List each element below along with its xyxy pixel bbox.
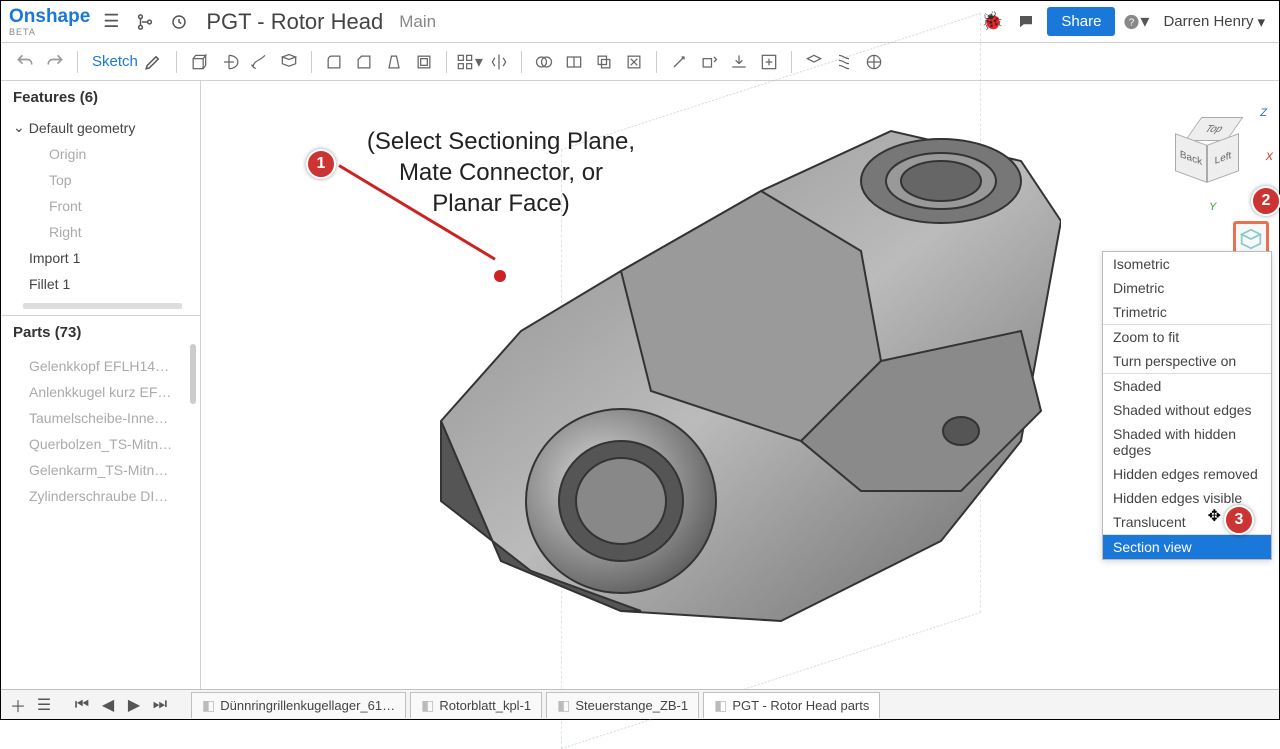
- tree-item-front[interactable]: Front: [1, 193, 200, 219]
- part-studio-icon: ◧: [421, 697, 434, 714]
- part-item[interactable]: Gelenkarm_TS-Mitn…: [1, 457, 200, 483]
- toolbar: Sketch ▾: [1, 43, 1279, 81]
- app-header: Onshape BETA ☰ PGT - Rotor Head Main 🐞 S…: [1, 1, 1279, 43]
- branch-icon[interactable]: [132, 9, 158, 35]
- part-studio-icon: ◧: [202, 697, 215, 714]
- axis-z: Z: [1260, 107, 1267, 119]
- tab-last-button[interactable]: ⏭: [149, 694, 171, 716]
- parts-list: Gelenkkopf EFLH14… Anlenkkugel kurz EF… …: [1, 349, 200, 513]
- axis-x: X: [1266, 151, 1273, 163]
- loft-tool[interactable]: [275, 49, 303, 75]
- user-menu[interactable]: Darren Henry▾: [1157, 13, 1271, 31]
- tree-root-default-geometry[interactable]: ⌄Default geometry: [1, 114, 200, 141]
- view-menu-shaded[interactable]: Shaded: [1103, 374, 1271, 398]
- tab-list-button[interactable]: ☰: [33, 694, 55, 716]
- scrollbar[interactable]: [190, 344, 196, 404]
- view-menu-dimetric[interactable]: Dimetric: [1103, 276, 1271, 300]
- tab-bar: ＋ ☰ ⏮ ◀ ▶ ⏭ ◧Dünnringrillenkugellager_61…: [1, 689, 1279, 719]
- tree-item-import[interactable]: Import 1: [1, 245, 200, 271]
- help-icon[interactable]: ?▾: [1123, 9, 1149, 35]
- branch-name[interactable]: Main: [399, 12, 436, 32]
- part-item[interactable]: Zylinderschraube DI…: [1, 483, 200, 509]
- helix-tool[interactable]: [830, 49, 858, 75]
- fillet-tool[interactable]: [320, 49, 348, 75]
- tree-item-right[interactable]: Right: [1, 219, 200, 245]
- svg-text:?: ?: [1129, 17, 1135, 28]
- mirror-tool[interactable]: [485, 49, 513, 75]
- mate-connector-tool[interactable]: [860, 49, 888, 75]
- extrude-tool[interactable]: [185, 49, 213, 75]
- modify-tool[interactable]: [665, 49, 693, 75]
- logo-text: Onshape: [9, 6, 90, 27]
- part-item[interactable]: Querbolzen_TS-Mitn…: [1, 431, 200, 457]
- add-tab-button[interactable]: ＋: [7, 694, 29, 716]
- features-header: Features (6): [1, 81, 200, 114]
- view-menu-isometric[interactable]: Isometric: [1103, 252, 1271, 276]
- comments-icon[interactable]: [1013, 9, 1039, 35]
- move-face-tool[interactable]: [695, 49, 723, 75]
- sidebar: Features (6) ⌄Default geometry Origin To…: [1, 81, 201, 689]
- undo-button[interactable]: [11, 49, 39, 75]
- tree-item-top[interactable]: Top: [1, 167, 200, 193]
- parts-header: Parts (73): [1, 316, 200, 349]
- sweep-tool[interactable]: [245, 49, 273, 75]
- feature-tree: ⌄Default geometry Origin Top Front Right…: [1, 114, 200, 315]
- tab-1[interactable]: ◧Rotorblatt_kpl-1: [410, 692, 542, 718]
- callout-3: 3: [1224, 505, 1254, 535]
- part-studio-icon: ◧: [557, 697, 570, 714]
- derived-tool[interactable]: [755, 49, 783, 75]
- chevron-down-icon: ⌄: [13, 119, 25, 136]
- main-area: Features (6) ⌄Default geometry Origin To…: [1, 81, 1279, 689]
- part-studio-icon: ◧: [714, 697, 727, 714]
- import-tool[interactable]: [725, 49, 753, 75]
- chamfer-tool[interactable]: [350, 49, 378, 75]
- tab-3[interactable]: ◧PGT - Rotor Head parts: [703, 692, 880, 718]
- document-title: PGT - Rotor Head: [206, 9, 383, 35]
- feature-rollback-bar[interactable]: [23, 303, 182, 309]
- view-menu-perspective[interactable]: Turn perspective on: [1103, 349, 1271, 373]
- parts-panel: Parts (73) Gelenkkopf EFLH14… Anlenkkuge…: [1, 315, 200, 689]
- transform-tool[interactable]: [590, 49, 618, 75]
- logo-beta: BETA: [9, 27, 90, 37]
- view-menu-trimetric[interactable]: Trimetric: [1103, 300, 1271, 324]
- plane-tool[interactable]: [800, 49, 828, 75]
- revolve-tool[interactable]: [215, 49, 243, 75]
- tab-0[interactable]: ◧Dünnringrillenkugellager_61…: [191, 692, 406, 718]
- view-menu-section-view[interactable]: Section view: [1103, 535, 1271, 559]
- tab-first-button[interactable]: ⏮: [71, 694, 93, 716]
- menu-icon[interactable]: ☰: [98, 9, 124, 35]
- arrow-endpoint: [494, 270, 506, 282]
- part-item[interactable]: Anlenkkugel kurz EF…: [1, 379, 200, 405]
- sketch-button[interactable]: Sketch: [86, 53, 168, 71]
- tree-item-origin[interactable]: Origin: [1, 141, 200, 167]
- view-menu-shaded-hidden[interactable]: Shaded with hidden edges: [1103, 422, 1271, 462]
- boolean-tool[interactable]: [530, 49, 558, 75]
- delete-tool[interactable]: [620, 49, 648, 75]
- axis-y: Y: [1209, 201, 1216, 213]
- pattern-tool[interactable]: ▾: [455, 49, 483, 75]
- tab-2[interactable]: ◧Steuerstange_ZB-1: [546, 692, 699, 718]
- view-menu-hidden-removed[interactable]: Hidden edges removed: [1103, 462, 1271, 486]
- graphics-canvas[interactable]: (Select Sectioning Plane, Mate Connector…: [201, 81, 1279, 689]
- view-cube[interactable]: Top Back Left Z X Y: [1169, 111, 1259, 201]
- share-button[interactable]: Share: [1047, 7, 1115, 36]
- tab-next-button[interactable]: ▶: [123, 694, 145, 716]
- view-menu-shaded-no-edges[interactable]: Shaded without edges: [1103, 398, 1271, 422]
- redo-button[interactable]: [41, 49, 69, 75]
- part-item[interactable]: Taumelscheibe-Inne…: [1, 405, 200, 431]
- tree-item-fillet[interactable]: Fillet 1: [1, 271, 200, 297]
- history-icon[interactable]: [166, 9, 192, 35]
- shell-tool[interactable]: [410, 49, 438, 75]
- split-tool[interactable]: [560, 49, 588, 75]
- draft-tool[interactable]: [380, 49, 408, 75]
- view-menu-zoom-fit[interactable]: Zoom to fit: [1103, 325, 1271, 349]
- callout-1: 1: [306, 149, 336, 179]
- callout-2: 2: [1251, 186, 1280, 216]
- part-item[interactable]: Gelenkkopf EFLH14…: [1, 353, 200, 379]
- tab-prev-button[interactable]: ◀: [97, 694, 119, 716]
- bug-icon[interactable]: 🐞: [979, 9, 1005, 35]
- logo: Onshape BETA: [9, 7, 90, 37]
